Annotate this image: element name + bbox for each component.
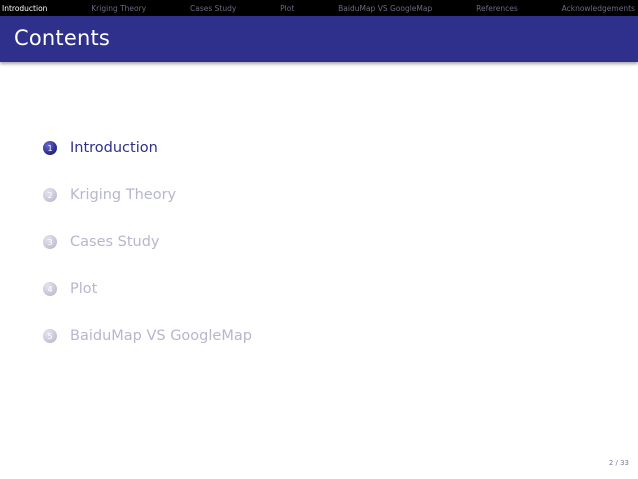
toc-number-ball: 2 xyxy=(43,188,57,202)
table-of-contents: 1 Introduction 2 Kriging Theory 3 Cases … xyxy=(43,136,252,371)
frame-title-bar: Contents xyxy=(0,16,638,62)
toc-item-label: Cases Study xyxy=(70,234,160,250)
toc-item-plot[interactable]: 4 Plot xyxy=(43,277,252,301)
toc-item-label: Kriging Theory xyxy=(70,187,177,203)
toc-number-ball: 3 xyxy=(43,235,57,249)
toc-item-label: BaiduMap VS GoogleMap xyxy=(70,328,252,344)
nav-item-introduction[interactable]: Introduction xyxy=(2,4,47,13)
nav-item-references[interactable]: References xyxy=(476,4,518,13)
page-number: 2 / 33 xyxy=(608,459,629,467)
toc-number-ball: 1 xyxy=(43,141,57,155)
toc-item-label: Plot xyxy=(70,281,98,297)
section-navigation-bar: Introduction Kriging Theory Cases Study … xyxy=(0,0,638,16)
toc-number-ball: 4 xyxy=(43,282,57,296)
toc-item-baidumap-vs-googlemap[interactable]: 5 BaiduMap VS GoogleMap xyxy=(43,324,252,348)
toc-item-label: Introduction xyxy=(70,140,158,156)
toc-item-cases-study[interactable]: 3 Cases Study xyxy=(43,230,252,254)
slide: Introduction Kriging Theory Cases Study … xyxy=(0,0,638,479)
nav-item-baidumap-vs-googlemap[interactable]: BaiduMap VS GoogleMap xyxy=(338,4,432,13)
frame-title: Contents xyxy=(14,26,111,50)
nav-item-plot[interactable]: Plot xyxy=(280,4,294,13)
nav-item-kriging-theory[interactable]: Kriging Theory xyxy=(91,4,146,13)
toc-number-ball: 5 xyxy=(43,329,57,343)
toc-item-introduction[interactable]: 1 Introduction xyxy=(43,136,252,160)
nav-item-acknowledgements[interactable]: Acknowledgements xyxy=(562,4,635,13)
toc-item-kriging-theory[interactable]: 2 Kriging Theory xyxy=(43,183,252,207)
nav-item-cases-study[interactable]: Cases Study xyxy=(190,4,236,13)
